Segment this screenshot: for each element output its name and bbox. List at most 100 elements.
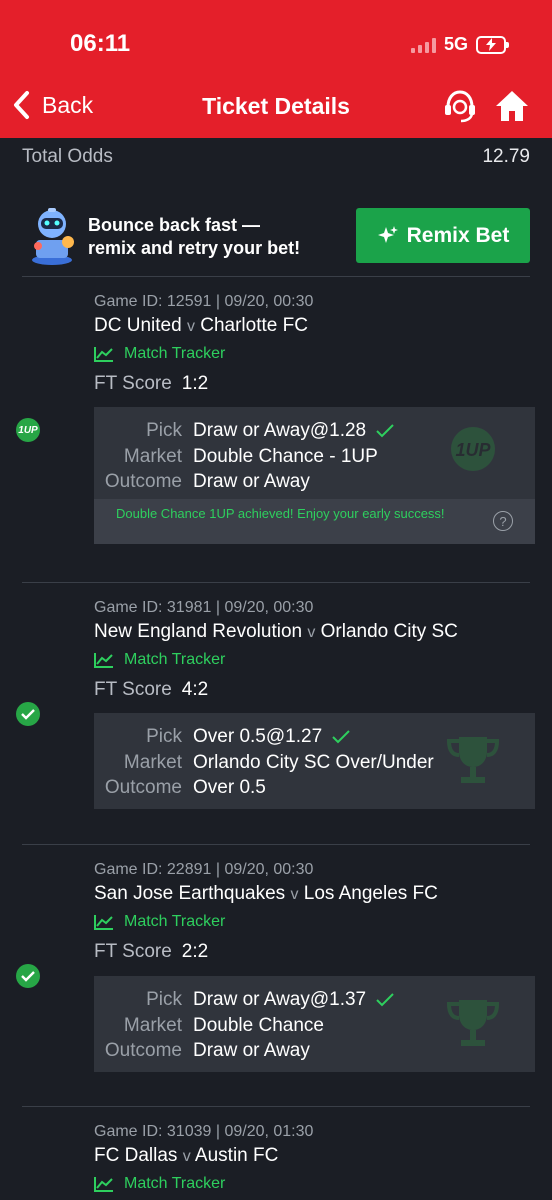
home-team: DC United <box>94 315 182 336</box>
away-team: Los Angeles FC <box>303 883 438 904</box>
oneup-badge: 1UP <box>18 424 38 436</box>
signal-icon <box>410 37 436 53</box>
home-button[interactable] <box>494 88 530 129</box>
pick-details: Pick Over 0.5@1.27 Market Orlando City S… <box>94 713 535 809</box>
market-label: Market <box>123 1015 182 1036</box>
divider <box>22 1106 530 1107</box>
game-id: Game ID: 12591 | 09/20, 00:30 <box>94 293 314 310</box>
market-value: Orlando City SC Over/Under <box>193 752 434 773</box>
total-odds-value: 12.79 <box>482 146 530 167</box>
outcome-row: Outcome Draw or Away <box>94 471 535 493</box>
market-row: Market Double Chance <box>94 1015 535 1037</box>
home-team: FC Dallas <box>94 1145 178 1166</box>
pick-row: Pick Draw or Away@1.28 <box>94 420 535 442</box>
match-card: Game ID: 22891 | 09/20, 00:30 San Jose E… <box>0 861 552 1091</box>
support-button[interactable] <box>442 88 478 129</box>
match-tracker-label: Match Tracker <box>124 651 226 668</box>
check-icon <box>376 424 394 438</box>
outcome-value: Over 0.5 <box>193 777 266 798</box>
won-status-icon <box>16 964 40 988</box>
match-card: Game ID: 12591 | 09/20, 00:30 DC United … <box>0 293 552 553</box>
oneup-note-text: Double Chance 1UP achieved! Enjoy your e… <box>116 506 445 521</box>
home-icon <box>496 91 528 121</box>
match-tracker-label: Match Tracker <box>124 345 226 362</box>
divider <box>22 276 530 277</box>
game-id: Game ID: 31039 | 09/20, 01:30 <box>94 1123 314 1140</box>
oneup-note: Double Chance 1UP achieved! Enjoy your e… <box>94 499 535 544</box>
status-time: 06:11 <box>70 30 131 57</box>
app-header: 06:11 5G Back Ticket Details <box>0 0 552 138</box>
market-label: Market <box>123 752 182 773</box>
outcome-label: Outcome <box>104 1040 182 1061</box>
match-tracker-label: Match Tracker <box>124 1175 226 1192</box>
outcome-label: Outcome <box>104 777 182 798</box>
home-team: New England Revolution <box>94 621 303 642</box>
ft-score-value: 1:2 <box>181 373 209 394</box>
total-odds-label: Total Odds <box>22 146 113 167</box>
market-value: Double Chance - 1UP <box>193 446 378 467</box>
chart-line-icon <box>94 347 113 362</box>
outcome-value: Draw or Away <box>193 471 310 492</box>
away-team: Austin FC <box>194 1145 279 1166</box>
ft-score: FT Score 2:2 <box>94 941 208 963</box>
match-tracker-link[interactable]: Match Tracker <box>94 1175 225 1193</box>
versus-label: v <box>182 1148 191 1165</box>
pick-label: Pick <box>146 420 182 441</box>
match-tracker-label: Match Tracker <box>124 913 226 930</box>
versus-label: v <box>186 318 195 335</box>
network-type: 5G <box>443 34 468 54</box>
match-teams: FC Dallas v Austin FC <box>94 1145 278 1167</box>
market-value: Double Chance <box>193 1015 324 1036</box>
match-tracker-link[interactable]: Match Tracker <box>94 913 225 931</box>
market-row: Market Orlando City SC Over/Under <box>94 752 535 774</box>
oneup-status-icon: 1UP <box>16 418 40 442</box>
remix-bet-label: Remix Bet <box>406 223 510 247</box>
sparkle-icon <box>377 225 398 243</box>
promo-line-1: Bounce back fast — <box>88 215 261 235</box>
headset-icon <box>445 90 475 123</box>
remix-promo: Bounce back fast — remix and retry your … <box>22 196 530 276</box>
ft-score-label: FT Score <box>94 373 172 394</box>
pick-details: 1UP Pick Draw or Away@1.28 Market Double… <box>94 407 535 544</box>
robot-mascot-icon <box>26 206 78 271</box>
away-team: Charlotte FC <box>200 315 308 336</box>
versus-label: v <box>307 624 316 641</box>
match-teams: New England Revolution v Orlando City SC <box>94 621 458 643</box>
outcome-value: Draw or Away <box>193 1040 310 1061</box>
match-tracker-link[interactable]: Match Tracker <box>94 345 225 363</box>
pick-label: Pick <box>146 726 182 747</box>
divider <box>22 582 530 583</box>
match-teams: San Jose Earthquakes v Los Angeles FC <box>94 883 438 905</box>
pick-value: Over 0.5@1.27 <box>193 726 323 747</box>
ft-score: FT Score 4:2 <box>94 679 208 701</box>
remix-bet-button[interactable]: Remix Bet <box>356 208 530 263</box>
promo-line-2: remix and retry your bet! <box>88 238 301 258</box>
game-id: Game ID: 22891 | 09/20, 00:30 <box>94 861 314 878</box>
pick-row: Pick Over 0.5@1.27 <box>94 726 535 748</box>
match-tracker-link[interactable]: Match Tracker <box>94 651 225 669</box>
help-icon[interactable]: ? <box>493 511 513 531</box>
outcome-row: Outcome Over 0.5 <box>94 777 535 799</box>
ft-score-label: FT Score <box>94 941 172 962</box>
pick-details: Pick Draw or Away@1.37 Market Double Cha… <box>94 976 535 1072</box>
away-team: Orlando City SC <box>320 621 458 642</box>
status-indicators: 5G <box>410 34 509 55</box>
pick-value: Draw or Away@1.28 <box>193 420 367 441</box>
ft-score: FT Score 1:2 <box>94 373 208 395</box>
versus-label: v <box>290 886 299 903</box>
game-id: Game ID: 31981 | 09/20, 00:30 <box>94 599 314 616</box>
divider <box>22 844 530 845</box>
promo-text: Bounce back fast — remix and retry your … <box>88 214 300 260</box>
match-teams: DC United v Charlotte FC <box>94 315 308 337</box>
check-icon <box>376 993 394 1007</box>
ft-score-value: 4:2 <box>181 679 209 700</box>
ft-score-label: FT Score <box>94 679 172 700</box>
market-label: Market <box>123 446 182 467</box>
check-icon <box>332 730 350 744</box>
match-card: Game ID: 31981 | 09/20, 00:30 New Englan… <box>0 599 552 829</box>
total-odds-row: Total Odds 12.79 <box>22 146 530 168</box>
chart-line-icon <box>94 1177 113 1192</box>
outcome-label: Outcome <box>104 471 182 492</box>
pick-row: Pick Draw or Away@1.37 <box>94 989 535 1011</box>
chart-line-icon <box>94 915 113 930</box>
